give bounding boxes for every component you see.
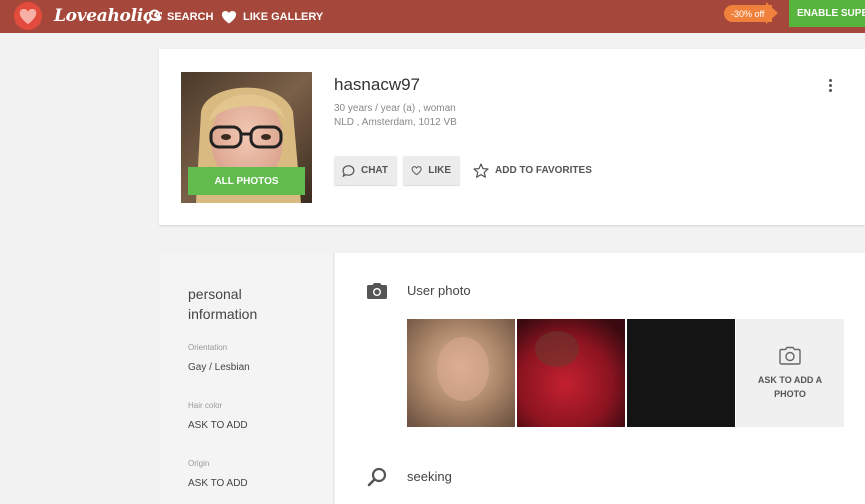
like-label: LIKE <box>428 165 451 176</box>
more-vert-icon[interactable] <box>827 79 833 95</box>
add-to-favorites-button[interactable]: ADD TO FAVORITES <box>473 156 592 185</box>
top-navigation-bar: Loveaholics SEARCH LIKE GALLERY -30% off… <box>0 0 865 33</box>
personal-information-panel: personal information Orientation Gay / L… <box>159 253 334 504</box>
star-icon <box>473 163 489 178</box>
chat-icon <box>342 164 355 177</box>
chat-label: CHAT <box>360 165 388 176</box>
user-photo-1[interactable] <box>407 319 515 427</box>
origin-label: Origin <box>188 459 210 468</box>
nav-like-gallery[interactable]: LIKE GALLERY <box>221 0 323 33</box>
hair-color-value[interactable]: ASK TO ADD <box>188 420 248 431</box>
heart-icon <box>221 10 237 23</box>
blurred-photo-2 <box>517 319 625 427</box>
profile-username: hasnacw97 <box>334 75 421 94</box>
chat-button[interactable]: CHAT <box>334 156 397 185</box>
avatar[interactable]: ALL PHOTOS <box>181 72 312 203</box>
camera-icon <box>779 346 801 365</box>
discount-arrow <box>766 2 778 24</box>
search-icon <box>367 467 387 487</box>
user-photo-title: User photo <box>407 283 471 298</box>
like-button[interactable]: LIKE <box>403 156 460 185</box>
origin-value[interactable]: ASK TO ADD <box>188 478 248 489</box>
info-panel-title: personal information <box>188 286 258 322</box>
main-content-panel: User photo ASK TO ADD A PHOTO seeking <box>335 253 865 504</box>
hair-color-label: Hair color <box>188 401 223 410</box>
user-photo-2[interactable] <box>517 319 625 427</box>
orientation-label: Orientation <box>188 343 228 352</box>
camera-icon <box>367 283 387 299</box>
heart-logo-icon <box>14 2 42 30</box>
nav-search-label: SEARCH <box>167 10 214 23</box>
blurred-photo-1 <box>407 319 515 427</box>
user-photo-3[interactable] <box>627 319 735 427</box>
like-heart-icon <box>411 166 422 176</box>
profile-location: NLD , Amsterdam, 1012 VB <box>334 117 457 128</box>
profile-card: ALL PHOTOS hasnacw97 30 years / year (a)… <box>159 49 865 225</box>
profile-age-gender: 30 years / year (a) , woman <box>334 103 456 114</box>
blurred-photo-3 <box>627 319 735 427</box>
ask-to-add-photo-label: ASK TO ADD A PHOTO <box>757 374 823 399</box>
orientation-value: Gay / Lesbian <box>188 362 250 373</box>
add-to-favorites-label: ADD TO FAVORITES <box>495 165 592 176</box>
nav-like-gallery-label: LIKE GALLERY <box>243 10 324 23</box>
search-icon <box>146 9 160 24</box>
enable-super-button[interactable]: ENABLE SUPER <box>789 0 865 27</box>
all-photos-button[interactable]: ALL PHOTOS <box>188 167 305 195</box>
nav-search[interactable]: SEARCH <box>146 0 213 33</box>
logo[interactable]: Loveaholics <box>10 2 163 30</box>
ask-to-add-photo-tile[interactable]: ASK TO ADD A PHOTO <box>736 319 844 427</box>
seeking-title: seeking <box>407 469 452 484</box>
